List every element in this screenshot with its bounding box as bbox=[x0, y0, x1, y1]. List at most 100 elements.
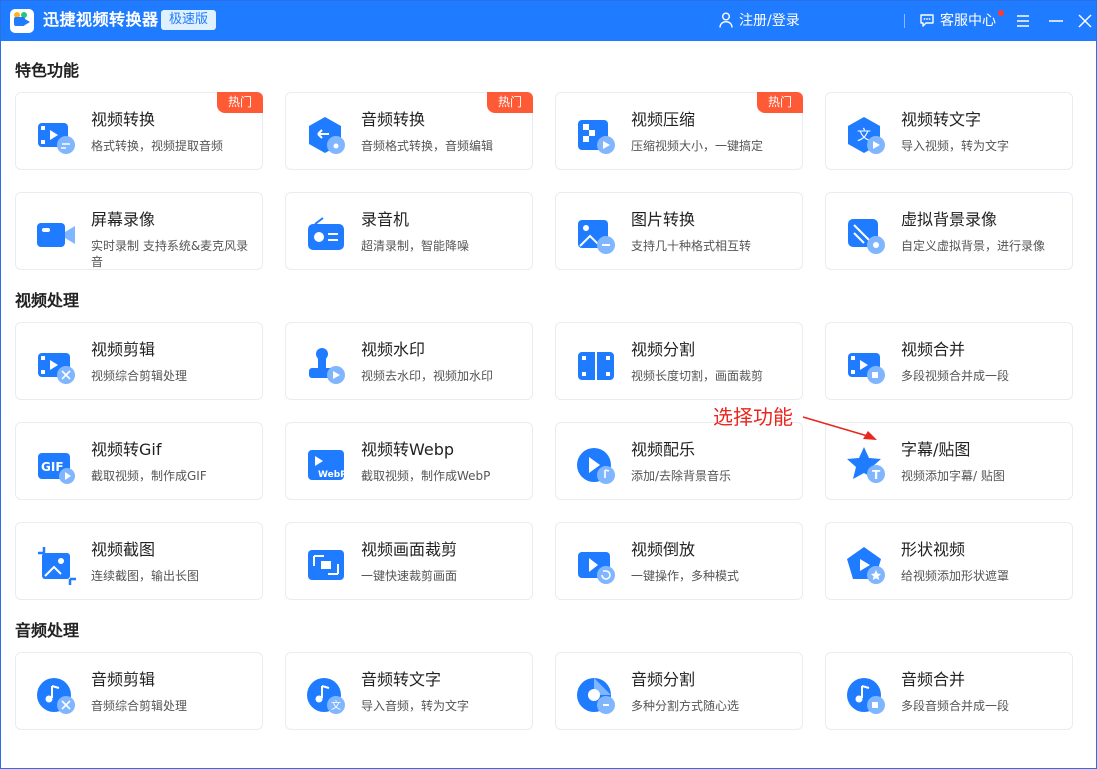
feature-name: 形状视频 bbox=[901, 540, 966, 559]
feature-desc: 音频格式转换，音频编辑 bbox=[361, 139, 494, 153]
audio-edit-icon bbox=[37, 678, 75, 714]
hot-badge: 热门 bbox=[217, 92, 263, 113]
close-icon[interactable] bbox=[1075, 11, 1095, 31]
audio-convert-icon bbox=[309, 117, 345, 154]
login-label: 注册/登录 bbox=[739, 13, 800, 29]
chat-icon bbox=[920, 14, 934, 27]
feature-name: 虚拟背景录像 bbox=[901, 210, 998, 229]
feature-card[interactable]: 视频水印视频去水印，视频加水印 bbox=[285, 322, 533, 400]
feature-card[interactable]: 图片转换 支持几十种格式相互转 bbox=[555, 192, 803, 270]
section-title: 视频处理 bbox=[15, 291, 80, 310]
subtitle-sticker-icon: T bbox=[847, 447, 885, 483]
feature-card[interactable]: 视频截图 连续截图，输出长图 bbox=[15, 522, 263, 600]
shape-icon bbox=[847, 547, 885, 584]
video-to-text-icon: 文 bbox=[848, 117, 885, 154]
gif-icon: GIF bbox=[38, 453, 75, 484]
screen-record-icon bbox=[37, 223, 75, 247]
feature-desc: 超清录制，智能降噪 bbox=[361, 239, 470, 253]
feature-name: 音频转换 bbox=[361, 110, 426, 129]
feature-card[interactable]: 视频压缩 压缩视频大小，一键搞定 热门 bbox=[555, 92, 803, 170]
login-link[interactable]: 注册/登录 bbox=[719, 11, 800, 31]
feature-name: 音频剪辑 bbox=[91, 670, 156, 689]
feature-name: 字幕/贴图 bbox=[901, 440, 971, 459]
feature-name: 视频转文字 bbox=[901, 110, 982, 129]
recorder-icon bbox=[308, 217, 344, 250]
image-convert-icon bbox=[578, 220, 615, 254]
feature-desc: 格式转换，视频提取音频 bbox=[91, 139, 224, 153]
feature-card[interactable]: 视频倒放 一键操作，多种模式 bbox=[555, 522, 803, 600]
feature-name: 视频配乐 bbox=[631, 440, 696, 459]
feature-desc: 截取视频，制作成GIF bbox=[91, 469, 207, 483]
feature-desc: 视频添加字幕/ 贴图 bbox=[901, 469, 1005, 483]
svg-text:文: 文 bbox=[331, 699, 341, 712]
feature-name: 录音机 bbox=[361, 210, 410, 229]
virtual-bg-icon bbox=[848, 219, 885, 254]
feature-card[interactable]: 视频合并 多段视频合并成一段 bbox=[825, 322, 1073, 400]
minimize-icon[interactable] bbox=[1046, 11, 1066, 31]
feature-card[interactable]: 音频转换 音频格式转换，音频编辑 热门 bbox=[285, 92, 533, 170]
section-title: 音频处理 bbox=[15, 621, 80, 640]
feature-card[interactable]: GIF 视频转Gif 截取视频，制作成GIF bbox=[15, 422, 263, 500]
video-convert-icon bbox=[38, 123, 75, 154]
feature-desc: 音频综合剪辑处理 bbox=[91, 699, 188, 713]
feature-desc: 一键快速裁剪画面 bbox=[361, 569, 458, 583]
notification-dot bbox=[998, 10, 1004, 16]
video-merge-icon bbox=[848, 353, 885, 384]
feature-name: 视频转Gif bbox=[91, 440, 162, 459]
feature-card[interactable]: 音频分割多种分割方式随心选 bbox=[555, 652, 803, 730]
feature-card[interactable]: 录音机超清录制，智能降噪 bbox=[285, 192, 533, 270]
feature-card[interactable]: 文 音频转文字导入音频，转为文字 bbox=[285, 652, 533, 730]
feature-desc: 多种分割方式随心选 bbox=[631, 699, 740, 713]
feature-card[interactable]: 文视频转文字导入视频，转为文字 bbox=[825, 92, 1073, 170]
feature-desc: 连续截图，输出长图 bbox=[91, 569, 200, 583]
feature-desc: 视频综合剪辑处理 bbox=[91, 369, 188, 383]
feature-desc: 视频长度切割，画面裁剪 bbox=[631, 369, 764, 383]
feature-card[interactable]: 虚拟背景录像 自定义虚拟背景，进行录像 bbox=[825, 192, 1073, 270]
feature-card[interactable]: 视频画面裁剪一键快速裁剪画面 bbox=[285, 522, 533, 600]
video-split-icon bbox=[578, 348, 614, 384]
section-title: 特色功能 bbox=[15, 61, 80, 80]
support-link[interactable]: 客服中心 bbox=[919, 11, 996, 31]
feature-desc: 给视频添加形状遮罩 bbox=[901, 569, 1010, 583]
feature-card[interactable]: 音频合并 多段音频合并成一段 bbox=[825, 652, 1073, 730]
feature-desc: 截取视频，制作成WebP bbox=[361, 469, 491, 483]
feature-desc: 导入音频，转为文字 bbox=[361, 699, 470, 713]
feature-card[interactable]: 视频分割 视频长度切割，画面裁剪 bbox=[555, 322, 803, 400]
annotation-label: 选择功能 bbox=[713, 405, 793, 429]
menu-icon[interactable] bbox=[1013, 11, 1033, 31]
feature-name: 视频剪辑 bbox=[91, 340, 156, 359]
annotation-arrow-icon bbox=[802, 416, 877, 440]
svg-text:WebP: WebP bbox=[318, 470, 347, 480]
feature-name: 图片转换 bbox=[631, 210, 696, 229]
feature-name: 视频画面裁剪 bbox=[361, 540, 458, 559]
feature-card[interactable]: 屏幕录像 实时录制 支持系统&麦克风录音 bbox=[15, 192, 263, 270]
feature-desc: 实时录制 支持系统&麦克风录音 bbox=[91, 239, 249, 269]
feature-name: 视频水印 bbox=[361, 340, 426, 359]
feature-desc: 视频去水印，视频加水印 bbox=[361, 369, 494, 383]
watermark-icon bbox=[309, 348, 345, 384]
feature-desc: 导入视频，转为文字 bbox=[901, 139, 1010, 153]
app-window: 迅捷视频转换器 极速版 注册/登录 客服中心 特色功能 视频转换 格式转换，视频提取… bbox=[0, 0, 1097, 769]
crop-icon bbox=[308, 550, 344, 580]
feature-name: 视频转Webp bbox=[361, 440, 455, 459]
edition-badge: 极速版 bbox=[161, 10, 217, 30]
feature-name: 音频分割 bbox=[631, 670, 696, 689]
divider bbox=[904, 14, 905, 28]
support-label: 客服中心 bbox=[940, 13, 996, 29]
feature-card[interactable]: 视频配乐 添加/去除背景音乐 bbox=[555, 422, 803, 500]
video-edit-icon bbox=[38, 353, 75, 384]
feature-card[interactable]: 音频剪辑音频综合剪辑处理 bbox=[15, 652, 263, 730]
feature-name: 音频转文字 bbox=[361, 670, 442, 689]
feature-desc: 多段音频合并成一段 bbox=[901, 699, 1010, 713]
feature-desc: 多段视频合并成一段 bbox=[901, 369, 1010, 383]
audio-merge-icon bbox=[847, 678, 885, 714]
audio-to-text-icon: 文 bbox=[307, 678, 345, 714]
feature-card[interactable]: WebP 视频转Webp 截取视频，制作成WebP bbox=[285, 422, 533, 500]
feature-card[interactable]: 视频转换 格式转换，视频提取音频 热门 bbox=[15, 92, 263, 170]
feature-card[interactable]: 形状视频给视频添加形状遮罩 bbox=[825, 522, 1073, 600]
app-title: 迅捷视频转换器 bbox=[43, 10, 159, 29]
reverse-icon bbox=[578, 552, 615, 584]
feature-desc: 压缩视频大小，一键搞定 bbox=[631, 139, 764, 153]
hot-badge: 热门 bbox=[757, 92, 803, 113]
feature-card[interactable]: 视频剪辑视频综合剪辑处理 bbox=[15, 322, 263, 400]
